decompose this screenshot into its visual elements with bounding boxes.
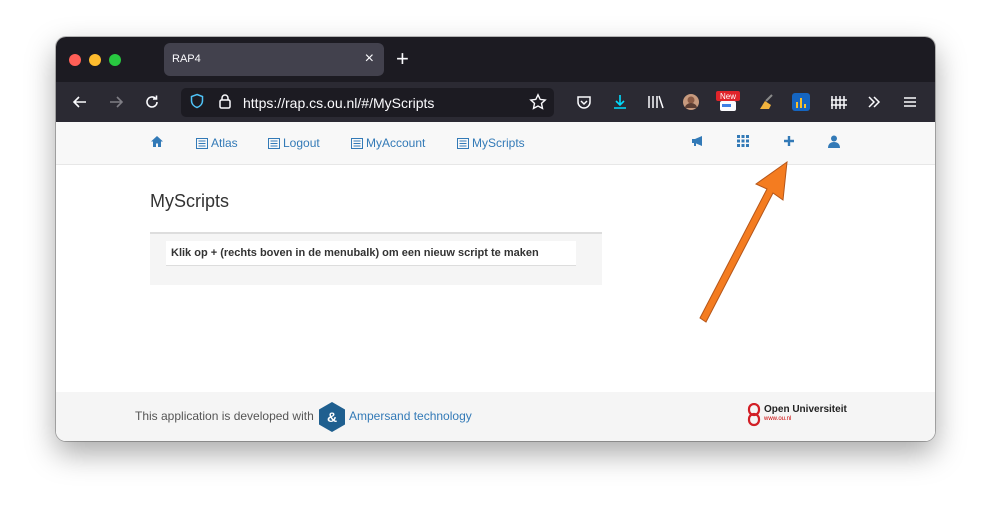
tab-close-icon[interactable]: ×: [365, 49, 374, 69]
chart-icon[interactable]: [789, 90, 813, 114]
nav-link-atlas[interactable]: Atlas: [196, 136, 238, 150]
plus-icon[interactable]: [783, 135, 795, 150]
ou-name: Open Universiteit: [764, 404, 847, 415]
extension-new-icon[interactable]: New: [716, 90, 740, 114]
new-tab-button[interactable]: +: [396, 48, 409, 70]
list-icon: [196, 137, 208, 149]
page-title: MyScripts: [150, 191, 230, 211]
browser-window: RAP4 × + https://rap.cs.ou.nl/#/MyScript…: [56, 37, 935, 441]
open-universiteit-logo[interactable]: Open Universiteit www.ou.nl: [747, 403, 867, 431]
download-icon[interactable]: [608, 90, 632, 114]
minimize-window-button[interactable]: [89, 54, 101, 66]
nav-link-label: MyAccount: [366, 136, 426, 150]
forward-icon[interactable]: [104, 90, 128, 114]
lock-icon[interactable]: [216, 93, 234, 111]
broom-icon[interactable]: [754, 90, 778, 114]
shield-icon[interactable]: [188, 93, 206, 111]
ampersand-link[interactable]: Ampersand technology: [349, 409, 472, 423]
nav-link-label: Logout: [283, 136, 320, 150]
svg-text:&: &: [327, 409, 337, 425]
pocket-icon[interactable]: [572, 90, 596, 114]
megaphone-icon[interactable]: [691, 135, 705, 150]
app-navbar: Atlas Logout MyAccount MyScripts: [56, 122, 935, 165]
library-icon[interactable]: [644, 90, 668, 114]
list-icon: [351, 137, 363, 149]
nav-link-myaccount[interactable]: MyAccount: [351, 136, 425, 150]
nav-link-logout[interactable]: Logout: [268, 136, 320, 150]
nav-link-label: MyScripts: [472, 136, 525, 150]
back-icon[interactable]: [68, 90, 92, 114]
ampersand-logo: &: [319, 402, 345, 432]
footer-text: This application is developed with: [135, 409, 314, 423]
home-icon[interactable]: [150, 135, 164, 148]
notice-message: Klik op + (rechts boven in de menubalk) …: [166, 241, 576, 266]
active-tab[interactable]: RAP4 ×: [164, 43, 384, 76]
svg-text:New: New: [720, 92, 736, 101]
close-window-button[interactable]: [69, 54, 81, 66]
url-text[interactable]: https://rap.cs.ou.nl/#/MyScripts: [243, 95, 434, 111]
menu-icon[interactable]: [898, 90, 922, 114]
list-icon: [268, 137, 280, 149]
navigation-toolbar: https://rap.cs.ou.nl/#/MyScripts New: [56, 82, 935, 122]
reload-icon[interactable]: [140, 90, 164, 114]
grid-icon[interactable]: [737, 135, 749, 150]
star-icon[interactable]: [529, 93, 547, 111]
list-icon: [457, 137, 469, 149]
footer: This application is developed with & Amp…: [56, 392, 935, 441]
page-content: Atlas Logout MyAccount MyScripts MyScrip…: [56, 122, 935, 441]
scripts-panel: Klik op + (rechts boven in de menubalk) …: [150, 232, 602, 285]
zoom-window-button[interactable]: [109, 54, 121, 66]
tab-title: RAP4: [172, 53, 201, 65]
tab-strip: RAP4 × +: [56, 37, 935, 82]
ou-url: www.ou.nl: [764, 416, 792, 422]
url-bar[interactable]: https://rap.cs.ou.nl/#/MyScripts: [181, 88, 554, 117]
fence-icon[interactable]: [827, 90, 851, 114]
avatar-icon[interactable]: [679, 90, 703, 114]
overflow-icon[interactable]: [862, 90, 886, 114]
nav-link-label: Atlas: [211, 136, 238, 150]
nav-link-myscripts[interactable]: MyScripts: [457, 136, 525, 150]
user-icon[interactable]: [828, 135, 840, 151]
ou-mark-icon: [747, 403, 761, 427]
